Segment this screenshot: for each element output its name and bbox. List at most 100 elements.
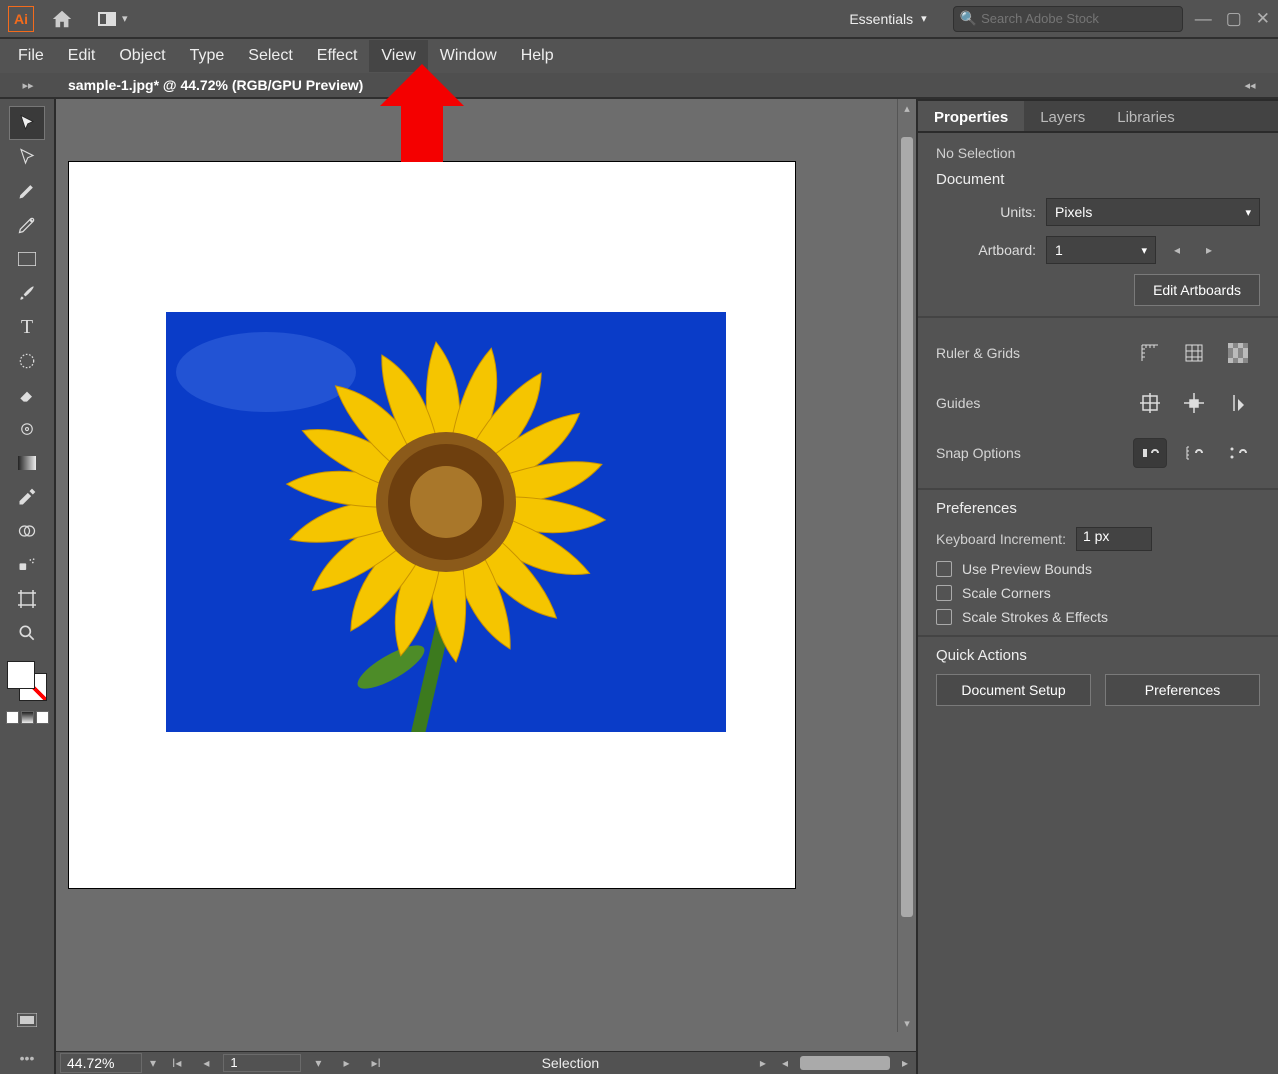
keyboard-increment-field[interactable]: 1 px xyxy=(1076,527,1152,551)
close-button[interactable]: ✕ xyxy=(1256,9,1270,29)
annotation-arrow xyxy=(380,64,464,162)
canvas-view[interactable]: ▴ ▾ xyxy=(56,99,916,1051)
status-tool-label: Selection xyxy=(389,1055,752,1071)
tab-layers[interactable]: Layers xyxy=(1024,101,1101,131)
zoom-level-field[interactable]: 44.72% xyxy=(60,1053,142,1073)
shape-builder-tool[interactable] xyxy=(10,515,44,547)
right-panel: Properties Layers Libraries No Selection… xyxy=(916,99,1278,1074)
prev-artboard-panel[interactable]: ◂ xyxy=(1166,243,1188,257)
hscroll-thumb[interactable] xyxy=(800,1056,890,1070)
eyedropper-tool[interactable] xyxy=(10,481,44,513)
fill-chip[interactable] xyxy=(7,661,35,689)
artboard[interactable] xyxy=(68,161,796,889)
ruler-grids-label: Ruler & Grids xyxy=(936,345,1056,361)
keyboard-increment-label: Keyboard Increment: xyxy=(936,531,1066,547)
gradient-tool[interactable] xyxy=(10,447,44,479)
search-input[interactable] xyxy=(981,11,1176,26)
artboard-number-field[interactable]: 1 xyxy=(223,1054,301,1072)
screen-mode-button[interactable] xyxy=(10,1006,44,1034)
curvature-tool[interactable] xyxy=(10,209,44,241)
smart-guides-toggle[interactable] xyxy=(1221,388,1255,418)
scale-strokes-label: Scale Strokes & Effects xyxy=(962,609,1108,625)
color-mode-selector[interactable] xyxy=(6,711,49,724)
menu-file[interactable]: File xyxy=(6,40,56,72)
last-artboard-button[interactable]: ▸I xyxy=(363,1056,388,1070)
paintbrush-tool[interactable] xyxy=(10,277,44,309)
app-logo[interactable]: Ai xyxy=(8,6,34,32)
selection-tool[interactable] xyxy=(10,107,44,139)
tab-libraries[interactable]: Libraries xyxy=(1101,101,1191,131)
expand-tool-panel[interactable]: ▸▸ xyxy=(0,73,56,97)
transparency-grid-toggle[interactable] xyxy=(1221,338,1255,368)
blob-brush-tool[interactable] xyxy=(10,413,44,445)
scroll-down-arrow[interactable]: ▾ xyxy=(898,1014,916,1032)
symbol-sprayer-tool[interactable] xyxy=(10,549,44,581)
artboard-select[interactable]: 1▾ xyxy=(1046,236,1156,264)
next-artboard-button[interactable]: ▸ xyxy=(335,1056,357,1070)
section-preferences-label: Preferences xyxy=(936,500,1260,517)
eraser-tool[interactable] xyxy=(10,379,44,411)
scale-strokes-checkbox[interactable] xyxy=(936,609,952,625)
search-stock-field[interactable]: 🔍 xyxy=(953,6,1183,32)
scroll-up-arrow[interactable]: ▴ xyxy=(898,99,916,117)
home-button[interactable] xyxy=(46,3,78,35)
edit-toolbar-button[interactable]: ••• xyxy=(20,1050,35,1066)
menu-type[interactable]: Type xyxy=(178,40,237,72)
guides-label: Guides xyxy=(936,395,1056,411)
direct-selection-tool[interactable] xyxy=(10,141,44,173)
hscroll-right[interactable]: ▸ xyxy=(894,1056,916,1070)
artboard-label: Artboard: xyxy=(936,242,1036,258)
arrange-documents-button[interactable]: ▾ xyxy=(98,12,128,26)
document-setup-button[interactable]: Document Setup xyxy=(936,674,1091,706)
menu-object[interactable]: Object xyxy=(107,40,177,72)
selection-state: No Selection xyxy=(936,145,1260,161)
search-icon: 🔍 xyxy=(960,10,977,27)
menu-effect[interactable]: Effect xyxy=(305,40,370,72)
zoom-tool[interactable] xyxy=(10,617,44,649)
prev-artboard-button[interactable]: ◂ xyxy=(195,1056,217,1070)
ruler-toggle[interactable] xyxy=(1133,338,1167,368)
use-preview-bounds-label: Use Preview Bounds xyxy=(962,561,1092,577)
section-quick-actions-label: Quick Actions xyxy=(936,647,1260,664)
scale-corners-label: Scale Corners xyxy=(962,585,1051,601)
pen-tool[interactable] xyxy=(10,175,44,207)
snap-pixel-toggle[interactable] xyxy=(1133,438,1167,468)
workspace-switcher[interactable]: Essentials ▾ xyxy=(839,7,936,31)
expand-right-panel[interactable]: ◂◂ xyxy=(1222,73,1278,97)
show-guides-toggle[interactable] xyxy=(1133,388,1167,418)
lock-guides-toggle[interactable] xyxy=(1177,388,1211,418)
type-tool[interactable]: T xyxy=(10,311,44,343)
placed-image[interactable] xyxy=(166,312,726,732)
artboard-menu[interactable]: ▾ xyxy=(307,1056,329,1070)
snap-options-label: Snap Options xyxy=(936,445,1056,461)
rectangle-tool[interactable] xyxy=(10,243,44,275)
snap-point-toggle[interactable] xyxy=(1177,438,1211,468)
maximize-button[interactable]: ▢ xyxy=(1226,9,1242,29)
menu-select[interactable]: Select xyxy=(236,40,304,72)
snap-grid-toggle[interactable] xyxy=(1221,438,1255,468)
minimize-button[interactable]: — xyxy=(1195,9,1212,29)
rotate-tool[interactable] xyxy=(10,345,44,377)
menu-edit[interactable]: Edit xyxy=(56,40,108,72)
tab-properties[interactable]: Properties xyxy=(918,101,1024,131)
edit-artboards-button[interactable]: Edit Artboards xyxy=(1134,274,1260,306)
next-artboard-panel[interactable]: ▸ xyxy=(1198,243,1220,257)
tool-panel: T ••• xyxy=(0,99,56,1074)
canvas-area: ▴ ▾ 44.72% ▾ I◂ ◂ 1 ▾ ▸ ▸I Selection ▸ ◂… xyxy=(56,99,916,1074)
scale-corners-checkbox[interactable] xyxy=(936,585,952,601)
status-menu[interactable]: ▸ xyxy=(752,1056,774,1070)
zoom-menu[interactable]: ▾ xyxy=(142,1056,164,1070)
menu-help[interactable]: Help xyxy=(509,40,566,72)
scroll-thumb[interactable] xyxy=(901,137,913,917)
artboard-tool[interactable] xyxy=(10,583,44,615)
section-document-label: Document xyxy=(936,171,1260,188)
units-select[interactable]: Pixels▾ xyxy=(1046,198,1260,226)
use-preview-bounds-checkbox[interactable] xyxy=(936,561,952,577)
hscroll-left[interactable]: ◂ xyxy=(774,1056,796,1070)
grid-toggle[interactable] xyxy=(1177,338,1211,368)
fill-stroke-chips[interactable] xyxy=(7,661,47,701)
preferences-button[interactable]: Preferences xyxy=(1105,674,1260,706)
first-artboard-button[interactable]: I◂ xyxy=(164,1056,189,1070)
vertical-scrollbar[interactable]: ▴ ▾ xyxy=(897,99,916,1032)
document-tab[interactable]: sample-1.jpg* @ 44.72% (RGB/GPU Preview) xyxy=(56,73,375,97)
